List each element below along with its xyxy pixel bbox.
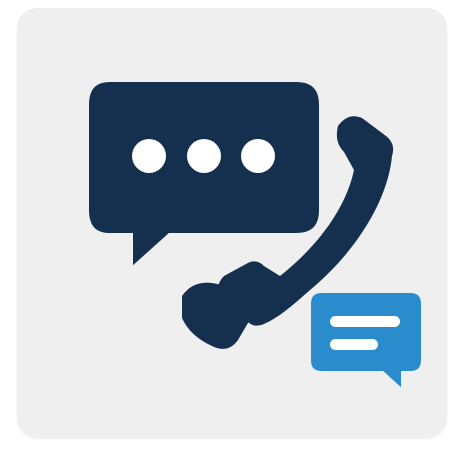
message-line — [330, 339, 378, 350]
message-line — [330, 316, 400, 327]
speech-bubble-icon — [83, 76, 325, 279]
chat-phone-icon — [83, 76, 427, 401]
message-bubble-icon — [305, 287, 427, 401]
speech-bubble-shape — [83, 76, 325, 279]
dot-icon — [187, 139, 221, 173]
dot-icon — [132, 139, 166, 173]
dot-icon — [241, 139, 275, 173]
